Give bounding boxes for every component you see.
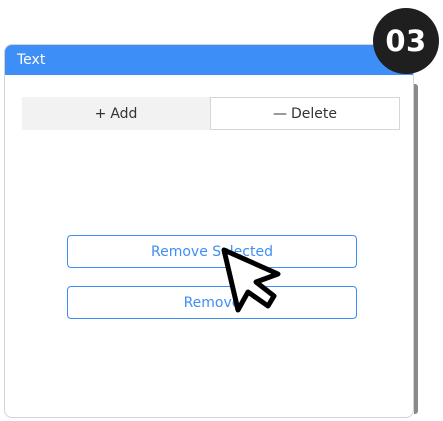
delete-tab[interactable]: — Delete (210, 97, 400, 130)
step-number: 03 (385, 24, 427, 58)
add-tab-label: Add (110, 105, 138, 122)
plus-icon: + (94, 105, 107, 122)
tab-bar: + Add — Delete (22, 97, 400, 130)
mouse-cursor-icon (221, 247, 281, 313)
panel-title: Text (17, 52, 46, 68)
minus-icon: — (273, 105, 287, 122)
panel-edge-shadow (414, 84, 418, 414)
delete-tab-label: Delete (291, 105, 337, 122)
panel-titlebar: Text (5, 45, 413, 75)
text-panel: Text + Add — Delete Remove Selected Remo… (4, 44, 414, 418)
add-tab[interactable]: + Add (22, 97, 210, 130)
step-badge: 03 (373, 8, 439, 74)
